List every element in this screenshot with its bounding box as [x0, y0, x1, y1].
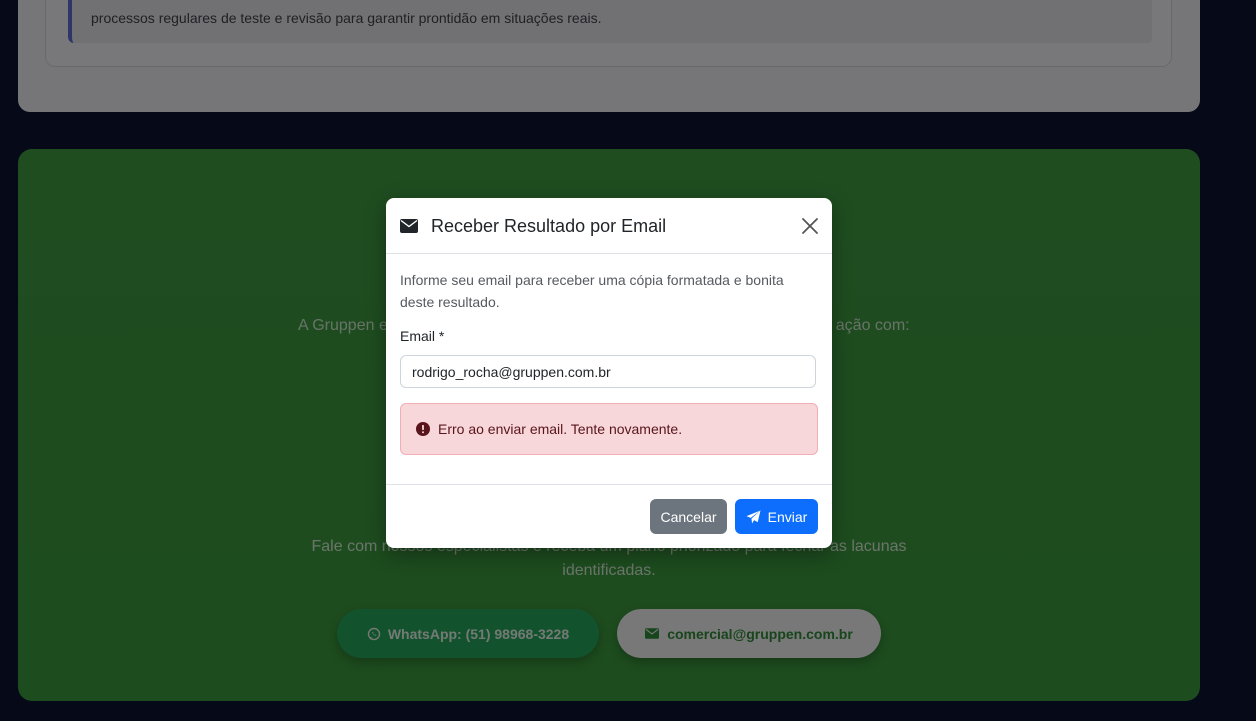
error-message: Erro ao enviar email. Tente novamente.: [438, 421, 683, 437]
error-alert: Erro ao enviar email. Tente novamente.: [400, 403, 818, 455]
paper-plane-icon: [746, 509, 761, 524]
envelope-icon: [400, 219, 418, 233]
send-label: Enviar: [767, 508, 808, 525]
modal-description: Informe seu email para receber uma cópia…: [400, 272, 784, 310]
email-result-modal: Receber Resultado por Email Informe seu …: [386, 198, 832, 548]
modal-title: Receber Resultado por Email: [431, 216, 667, 236]
cancel-button[interactable]: Cancelar: [650, 499, 727, 534]
exclamation-circle-icon: [416, 422, 430, 436]
close-icon[interactable]: [801, 217, 819, 235]
modal-header: Receber Resultado por Email: [386, 198, 832, 254]
send-button[interactable]: Enviar: [735, 499, 818, 534]
email-field-label: Email *: [400, 328, 445, 344]
email-field[interactable]: [400, 355, 816, 388]
modal-footer: Cancelar Enviar: [386, 484, 832, 548]
